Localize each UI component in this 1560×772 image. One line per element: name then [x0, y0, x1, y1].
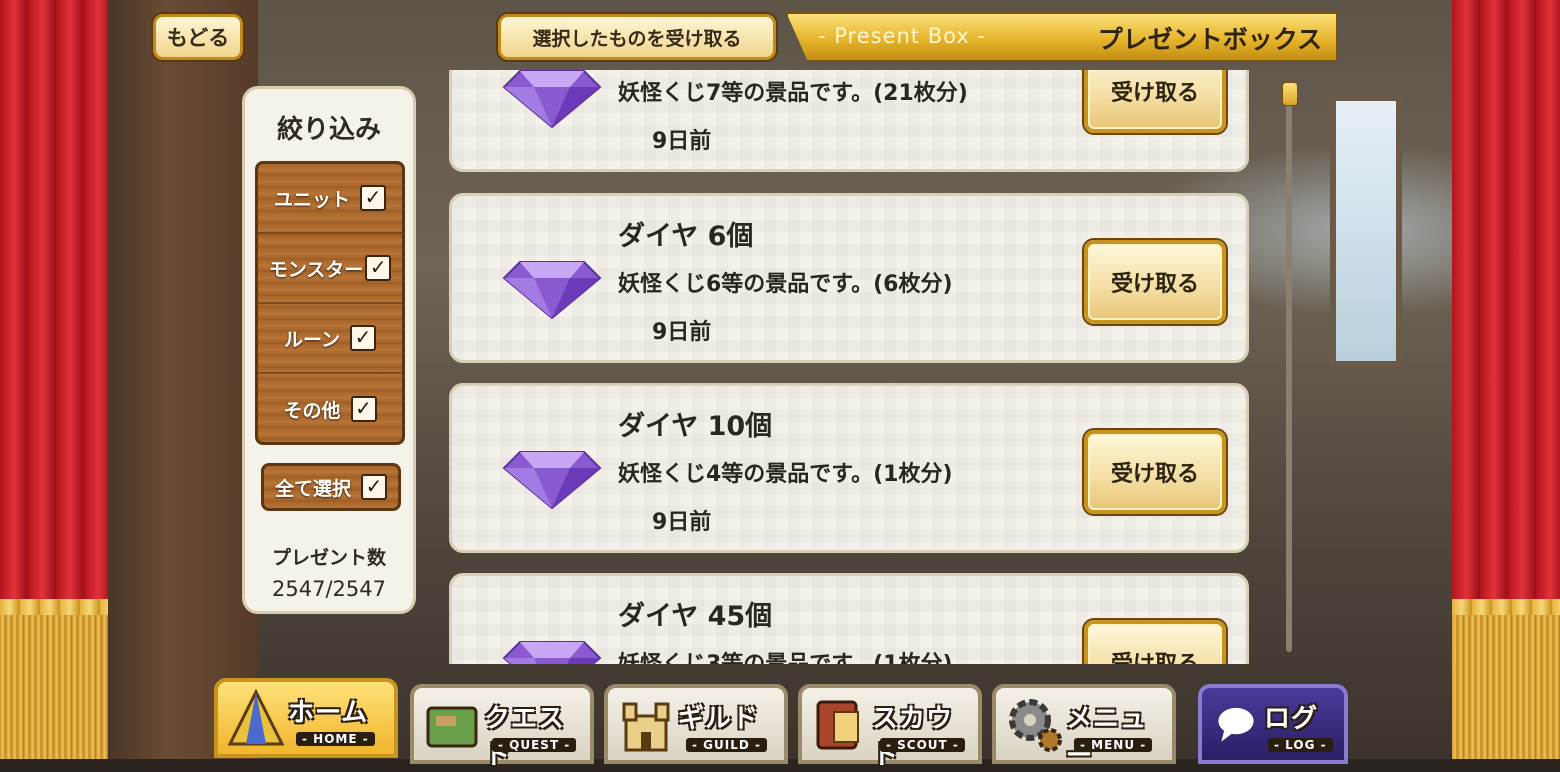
present-item: ダイヤ 45個 妖怪くじ3等の景品です。(1枚分) 受け取る: [449, 573, 1249, 664]
receive-button[interactable]: 受け取る: [1084, 240, 1226, 324]
filter-other[interactable]: その他 ✓: [258, 374, 402, 444]
present-item: 妖怪くじ7等の景品です。(21枚分) 9日前 受け取る: [449, 70, 1249, 172]
filter-label: モンスター: [268, 258, 364, 281]
present-title: ダイヤ 10個: [618, 411, 773, 442]
bottom-navigation: ホーム - HOME - クエスト - QUEST - ギルド - GUILD …: [0, 676, 1560, 771]
title-banner: - Present Box - プレゼントボックス: [786, 12, 1338, 62]
filter-label: その他: [283, 399, 341, 422]
nav-label: ホーム: [288, 698, 369, 728]
receive-button[interactable]: 受け取る: [1084, 620, 1226, 664]
present-description: 妖怪くじ4等の景品です。(1枚分): [618, 462, 953, 487]
nav-menu-button[interactable]: メニュー - MENU -: [992, 684, 1176, 771]
nav-label: クエスト: [484, 704, 566, 771]
scrollbar-track: [1286, 90, 1292, 652]
present-title: ダイヤ 45個: [618, 601, 773, 632]
present-description: 妖怪くじ7等の景品です。(21枚分): [618, 81, 968, 106]
receive-selected-button[interactable]: 選択したものを受け取る: [498, 14, 776, 60]
castle-icon: [622, 702, 670, 752]
checkbox-checked-icon[interactable]: ✓: [350, 325, 377, 351]
background-window: [1330, 95, 1402, 367]
present-count-label: プレゼント数: [271, 547, 386, 569]
nav-scout-button[interactable]: スカウト - SCOUT -: [798, 684, 982, 771]
purple-diamond-icon: [502, 641, 602, 664]
background-wall: [108, 0, 258, 759]
tent-icon: [227, 688, 285, 746]
receive-button[interactable]: 受け取る: [1084, 430, 1226, 514]
filter-panel: 絞り込み ユニット ✓ モンスター ✓ ルーン ✓ その他 ✓ 全て選択 ✓ プ…: [242, 86, 416, 614]
list-scrollbar[interactable]: [1282, 82, 1298, 654]
nav-log-button[interactable]: ログ - LOG -: [1198, 684, 1348, 764]
speech-bubble-icon: [1218, 707, 1254, 742]
present-description: 妖怪くじ6等の景品です。(6枚分): [618, 272, 953, 297]
select-all-label: 全て選択: [274, 477, 351, 500]
nav-sublabel: - LOG -: [1268, 738, 1333, 752]
present-time: 9日前: [652, 510, 712, 535]
nav-sublabel: - MENU -: [1074, 738, 1153, 752]
map-icon: [426, 706, 478, 748]
filter-label: ユニット: [273, 188, 350, 211]
select-all-button[interactable]: 全て選択 ✓: [261, 463, 401, 511]
purple-gem-icon: [502, 70, 602, 129]
filter-options: ユニット ✓ モンスター ✓ ルーン ✓ その他 ✓: [255, 161, 405, 445]
filter-monster[interactable]: モンスター ✓: [258, 234, 402, 304]
nav-sublabel: - SCOUT -: [880, 738, 965, 752]
checkbox-checked-icon[interactable]: ✓: [350, 396, 377, 422]
gear-icon: [1009, 699, 1062, 752]
nav-sublabel: - GUILD -: [686, 738, 767, 752]
checkbox-checked-icon[interactable]: ✓: [360, 185, 386, 211]
purple-diamond-icon: [502, 261, 602, 320]
nav-sublabel: - HOME -: [296, 732, 375, 746]
present-title: ダイヤ 6個: [618, 221, 754, 252]
nav-label: メニュー: [1066, 704, 1148, 771]
checkbox-checked-icon[interactable]: ✓: [361, 474, 387, 500]
purple-diamond-icon: [502, 451, 602, 510]
checkbox-checked-icon[interactable]: ✓: [365, 255, 392, 281]
nav-guild-button[interactable]: ギルド - GUILD -: [604, 684, 788, 764]
filter-rune[interactable]: ルーン ✓: [258, 304, 402, 374]
nav-sublabel: - QUEST -: [492, 738, 577, 752]
back-button[interactable]: もどる: [153, 14, 243, 60]
page-title: プレゼントボックス: [1097, 25, 1322, 54]
nav-label: ギルド: [678, 704, 760, 734]
filter-label: ルーン: [283, 328, 341, 351]
present-list[interactable]: 妖怪くじ7等の景品です。(21枚分) 9日前 受け取る ダイヤ 6個 妖怪くじ6…: [446, 70, 1256, 664]
present-item: ダイヤ 6個 妖怪くじ6等の景品です。(6枚分) 9日前 受け取る: [449, 193, 1249, 363]
book-icon: [816, 700, 859, 750]
nav-label: スカウト: [872, 704, 954, 771]
present-count-value: 2547/2547: [272, 577, 386, 601]
receive-button[interactable]: 受け取る: [1084, 70, 1226, 133]
present-item: ダイヤ 10個 妖怪くじ4等の景品です。(1枚分) 9日前 受け取る: [449, 383, 1249, 553]
present-time: 9日前: [652, 320, 712, 345]
title-english: - Present Box -: [818, 24, 987, 48]
nav-quest-button[interactable]: クエスト - QUEST -: [410, 684, 594, 771]
scrollbar-thumb[interactable]: [1282, 82, 1298, 106]
present-time: 9日前: [652, 129, 712, 154]
filter-unit[interactable]: ユニット ✓: [258, 164, 402, 234]
filter-title: 絞り込み: [276, 115, 381, 145]
nav-label: ログ: [1264, 704, 1319, 734]
present-description: 妖怪くじ3等の景品です。(1枚分): [618, 646, 953, 664]
nav-home-button[interactable]: ホーム - HOME -: [214, 678, 398, 758]
